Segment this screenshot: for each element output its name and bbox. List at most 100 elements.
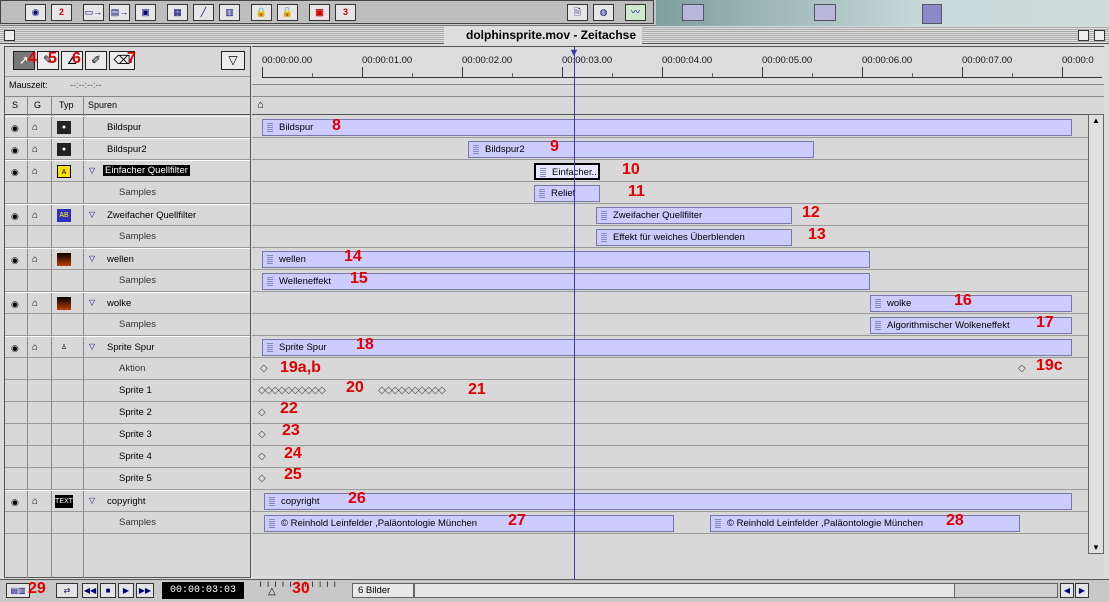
- scroll-left-icon[interactable]: ◀: [1060, 583, 1074, 598]
- disclosure-triangle-icon[interactable]: ▽: [89, 166, 95, 175]
- stop-button[interactable]: ■: [100, 583, 116, 598]
- visibility-eye-icon[interactable]: ◉: [11, 255, 19, 266]
- document-icon[interactable]: 🗎: [567, 4, 588, 21]
- clip-sprite-spur[interactable]: Sprite Spur: [262, 339, 1072, 356]
- track-row-sprite-4[interactable]: Sprite 4: [5, 446, 250, 468]
- visibility-eye-icon[interactable]: ◉: [11, 211, 19, 222]
- scroll-down-icon[interactable]: ▼: [1092, 543, 1100, 552]
- desktop-printer-icon[interactable]: [682, 4, 704, 21]
- save-icon[interactable]: ▣: [135, 4, 156, 21]
- playhead-line[interactable]: [574, 47, 575, 579]
- track-row-sprite-3[interactable]: Sprite 3: [5, 424, 250, 446]
- loop-button[interactable]: ⇄: [56, 583, 78, 598]
- zoom-slider-thumb-icon[interactable]: △: [268, 586, 276, 597]
- record-button[interactable]: ▣: [309, 4, 330, 21]
- track-row-sprite-5[interactable]: Sprite 5: [5, 468, 250, 490]
- track-row-wellen[interactable]: ◉ ⌂ ▽ wellen: [5, 248, 250, 270]
- visibility-eye-icon[interactable]: ◉: [11, 497, 19, 508]
- visibility-eye-icon[interactable]: ◉: [11, 167, 19, 178]
- disclosure-triangle-icon[interactable]: ▽: [89, 496, 95, 505]
- track-row-samples[interactable]: Samples: [5, 182, 250, 204]
- lock-icon[interactable]: ⌂: [32, 342, 38, 353]
- track-row-samples[interactable]: Samples: [5, 512, 250, 534]
- pencil-tool-icon[interactable]: ✐: [85, 51, 107, 70]
- grid-button[interactable]: ▦: [167, 4, 188, 21]
- zoom-box-icon[interactable]: [1078, 30, 1089, 41]
- track-row-samples[interactable]: Samples: [5, 270, 250, 292]
- track-row-zweifacher-quellfilter[interactable]: ◉ ⌂ AB ▽ Zweifacher Quellfilter: [5, 204, 250, 226]
- unlock-icon[interactable]: 🔓: [277, 4, 298, 21]
- globe-icon[interactable]: ◍: [593, 4, 614, 21]
- keyframe-icon[interactable]: ◇: [1018, 363, 1026, 374]
- lock-icon[interactable]: ⌂: [32, 144, 38, 155]
- lock-icon[interactable]: ⌂: [32, 298, 38, 309]
- playhead-handle-icon[interactable]: ▼: [568, 47, 580, 59]
- clip-weiches-ueberblenden[interactable]: Effekt für weiches Überblenden: [596, 229, 792, 246]
- track-row-samples[interactable]: Samples: [5, 314, 250, 336]
- edit-button[interactable]: ╱: [193, 4, 214, 21]
- desktop-folder-icon[interactable]: [922, 4, 942, 24]
- visibility-eye-icon[interactable]: ◉: [11, 145, 19, 156]
- keyframe-icon[interactable]: ◇: [260, 363, 268, 374]
- lock-icon[interactable]: ⌂: [32, 166, 38, 177]
- desktop-network-icon[interactable]: [814, 4, 836, 21]
- horizontal-scroll-thumb[interactable]: [415, 584, 955, 597]
- keyframe-icon[interactable]: ◇◇◇◇◇◇◇◇◇◇: [258, 385, 326, 396]
- fast-forward-button[interactable]: ▶▶: [136, 583, 154, 598]
- step-button[interactable]: ▤→: [109, 4, 130, 21]
- clip-zweifacher[interactable]: Zweifacher Quellfilter: [596, 207, 792, 224]
- disclosure-triangle-icon[interactable]: ▽: [89, 254, 95, 263]
- track-row-sprite-2[interactable]: Sprite 2: [5, 402, 250, 424]
- visibility-eye-icon[interactable]: ◉: [11, 299, 19, 310]
- track-row-sprite-1[interactable]: Sprite 1: [5, 380, 250, 402]
- keyframe-icon[interactable]: ◇: [258, 429, 266, 440]
- timeline-area[interactable]: 00:00:00.00 00:00:01.00 00:00:02.00 00:0…: [252, 46, 1104, 579]
- visibility-eye-icon[interactable]: ◉: [11, 123, 19, 134]
- open-movie-icon[interactable]: ◉: [25, 4, 46, 21]
- lock-icon[interactable]: 🔒: [251, 4, 272, 21]
- marker-icon[interactable]: ⌂: [257, 99, 264, 111]
- lock-icon[interactable]: ⌂: [32, 254, 38, 265]
- scroll-right-icon[interactable]: ▶: [1075, 583, 1089, 598]
- track-row-samples[interactable]: Samples: [5, 226, 250, 248]
- rewind-button[interactable]: ◀◀: [82, 583, 98, 598]
- disclosure-triangle-icon[interactable]: ▽: [89, 342, 95, 351]
- track-row-einfacher-quellfilter[interactable]: ◉ ⌂ A ▽ Einfacher Quellfilter: [5, 160, 250, 182]
- lock-icon[interactable]: ⌂: [32, 210, 38, 221]
- lock-icon[interactable]: ⌂: [32, 496, 38, 507]
- keyframe-icon[interactable]: ◇: [258, 451, 266, 462]
- time-ruler[interactable]: 00:00:00.00 00:00:01.00 00:00:02.00 00:0…: [252, 47, 1104, 85]
- track-row-sprite-spur[interactable]: ◉ ⌂ ♙ ▽ Sprite Spur: [5, 336, 250, 358]
- view-mode-button[interactable]: ▤▥: [6, 583, 30, 598]
- marker-row[interactable]: ⌂: [252, 96, 1104, 115]
- clip-bildspur2[interactable]: Bildspur2: [468, 141, 814, 158]
- scroll-up-icon[interactable]: ▲: [1092, 116, 1100, 125]
- horizontal-scrollbar[interactable]: [414, 583, 1058, 598]
- track-name[interactable]: Einfacher Quellfilter: [103, 165, 190, 176]
- collapse-box-icon[interactable]: [1094, 30, 1105, 41]
- window-titlebar[interactable]: dolphinsprite.mov - Zeitachse: [0, 27, 1109, 44]
- clip-copyright[interactable]: copyright: [264, 493, 1072, 510]
- keyframe-icon[interactable]: ◇: [258, 407, 266, 418]
- forward-button[interactable]: ▭→: [83, 4, 104, 21]
- clip-bildspur[interactable]: Bildspur: [262, 119, 1072, 136]
- track-row-bildspur[interactable]: ◉ ⌂ ● Bildspur: [5, 116, 250, 138]
- visibility-eye-icon[interactable]: ◉: [11, 343, 19, 354]
- marker-tool-icon[interactable]: ▽: [221, 51, 245, 70]
- track-row-copyright[interactable]: ◉ ⌂ TEXT ▽ copyright: [5, 490, 250, 512]
- layers-button[interactable]: ▥: [219, 4, 240, 21]
- clip-button[interactable]: 2: [51, 4, 72, 21]
- keyframe-icon[interactable]: ◇: [258, 473, 266, 484]
- track-row-wolke[interactable]: ◉ ⌂ ▽ wolke: [5, 292, 250, 314]
- clip-copyright-sample-1[interactable]: © Reinhold Leinfelder ,Paläontologie Mün…: [264, 515, 674, 532]
- clip-einfacher[interactable]: Einfacher..: [534, 163, 600, 180]
- clip-copyright-sample-2[interactable]: © Reinhold Leinfelder ,Paläontologie Mün…: [710, 515, 1020, 532]
- close-box-icon[interactable]: [4, 30, 15, 41]
- multi-record-button[interactable]: 3: [335, 4, 356, 21]
- keyframe-icon[interactable]: ◇◇◇◇◇◇◇◇◇◇: [378, 385, 446, 396]
- play-button[interactable]: ▶: [118, 583, 134, 598]
- clip-relief[interactable]: Relief: [534, 185, 600, 202]
- graph-icon[interactable]: 〰: [625, 4, 646, 21]
- lock-icon[interactable]: ⌂: [32, 122, 38, 133]
- vertical-scrollbar[interactable]: ▲ ▼: [1088, 114, 1104, 554]
